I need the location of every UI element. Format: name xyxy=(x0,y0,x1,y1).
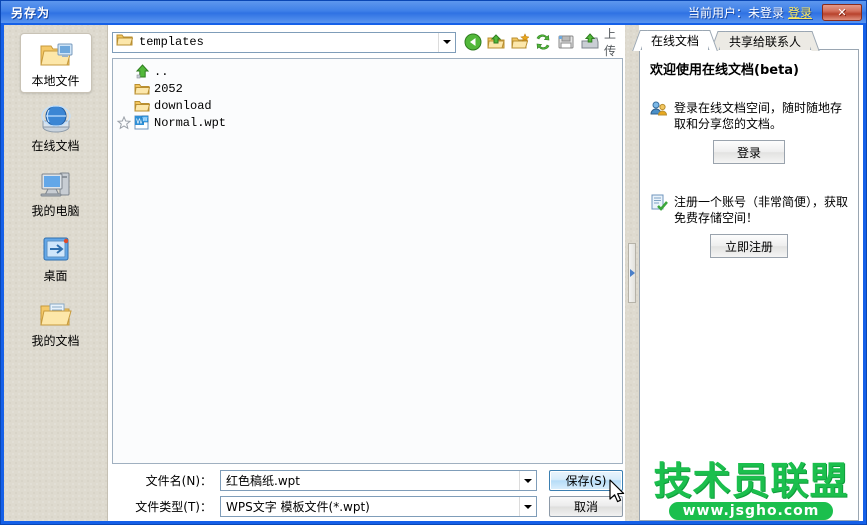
list-item-label: 2052 xyxy=(154,81,183,96)
folder-icon xyxy=(133,99,151,113)
online-docs-icon xyxy=(38,103,74,135)
list-item-label: Normal.wpt xyxy=(154,115,227,130)
cancel-button[interactable]: 取消 xyxy=(549,496,623,517)
view-button[interactable] xyxy=(557,32,575,52)
sidebar-item-label: 在线文档 xyxy=(31,139,80,153)
desktop-icon xyxy=(38,233,74,265)
login-promo: 登录在线文档空间，随时随地存取和分享您的文档。 xyxy=(650,100,848,132)
login-button[interactable]: 登录 xyxy=(713,140,785,164)
list-item[interactable]: download xyxy=(113,97,622,114)
current-user-label: 当前用户：未登录 xyxy=(687,5,784,20)
chevron-down-icon[interactable] xyxy=(519,471,536,490)
sidebar-item-my-computer[interactable]: 我的电脑 xyxy=(20,163,92,223)
list-item[interactable]: W W Normal.wpt xyxy=(113,114,622,131)
tab-label: 共享给联系人 xyxy=(729,34,802,49)
panel-heading: 欢迎使用在线文档(beta) xyxy=(650,63,799,78)
upload-label[interactable]: 上传 xyxy=(604,25,626,59)
list-item-label: .. xyxy=(154,64,169,79)
folder-icon xyxy=(133,82,151,96)
login-button-wrap: 登录 xyxy=(650,140,848,164)
tab-label: 在线文档 xyxy=(651,34,700,48)
close-button[interactable]: ✕ xyxy=(822,3,862,21)
filename-label: 文件名(N)： xyxy=(145,474,212,488)
chevron-down-icon[interactable] xyxy=(438,32,455,52)
chevron-down-icon[interactable] xyxy=(519,497,536,516)
filename-row: 文件名(N)： 红色稿纸.wpt 保存(S) xyxy=(112,470,623,491)
sidebar-item-label: 桌面 xyxy=(43,269,68,283)
filetype-value: WPS文字 模板文件(*.wpt) xyxy=(226,500,370,514)
login-button-label: 登录 xyxy=(736,145,761,160)
splitter-handle[interactable] xyxy=(628,243,636,303)
path-value: templates xyxy=(139,35,204,49)
filename-value: 红色稿纸.wpt xyxy=(226,474,300,488)
panel-tabstrip: 在线文档 共享给联系人 xyxy=(639,30,859,50)
titlebar-login-link[interactable]: 登录 xyxy=(788,4,812,21)
up-directory-icon xyxy=(133,64,151,79)
sidebar-item-my-documents[interactable]: 我的文档 xyxy=(20,293,92,353)
sidebar-item-label: 本地文件 xyxy=(31,74,80,88)
local-files-icon xyxy=(38,38,74,70)
browser-toolbar: templates 上传 xyxy=(112,27,625,58)
sidebar-item-online-docs[interactable]: 在线文档 xyxy=(20,98,92,158)
online-docs-panel: 在线文档 共享给联系人 欢迎使用在线文档(beta) 登录在线文档空间，随时随地… xyxy=(639,25,863,521)
dialog-client-area: 本地文件 在线文档 我的电脑 桌面 我的文档 templates 上传 .. 2… xyxy=(4,25,863,521)
close-icon: ✕ xyxy=(837,6,847,19)
tab-share-contacts[interactable]: 共享给联系人 xyxy=(719,31,812,50)
tab-online-docs[interactable]: 在线文档 xyxy=(641,30,710,50)
save-button-label: 保存(S) xyxy=(565,474,607,488)
save-form: 文件名(N)： 红色稿纸.wpt 保存(S) 文件类型(T)： WPS文字 模板… xyxy=(112,464,625,521)
filename-input[interactable]: 红色稿纸.wpt xyxy=(220,470,537,491)
register-button-label: 立即注册 xyxy=(724,239,773,254)
filetype-combobox[interactable]: WPS文字 模板文件(*.wpt) xyxy=(220,496,537,517)
file-list[interactable]: .. 2052 download W W Normal.wpt xyxy=(112,58,623,464)
up-folder-button[interactable] xyxy=(487,32,506,52)
title-bar: 另存为 当前用户：未登录 登录 ✕ xyxy=(1,1,866,23)
svg-text:W: W xyxy=(143,117,148,123)
favorite-star-icon[interactable] xyxy=(115,115,133,130)
save-button[interactable]: 保存(S) xyxy=(549,470,623,491)
back-button[interactable] xyxy=(464,32,482,52)
register-button-wrap: 立即注册 xyxy=(650,234,848,258)
toolbar-buttons: 上传 xyxy=(464,25,626,59)
list-item-label: download xyxy=(154,98,212,113)
panel-splitter[interactable] xyxy=(625,25,639,521)
new-folder-button[interactable] xyxy=(511,32,529,52)
register-promo-text: 注册一个账号（非常简便），获取免费存储空间！ xyxy=(674,195,849,225)
filetype-row: 文件类型(T)： WPS文字 模板文件(*.wpt) 取消 xyxy=(112,496,623,517)
my-documents-icon xyxy=(38,298,74,330)
register-check-icon xyxy=(650,194,668,217)
path-combobox[interactable]: templates xyxy=(112,31,456,53)
places-sidebar: 本地文件 在线文档 我的电脑 桌面 我的文档 xyxy=(4,25,108,521)
users-login-icon xyxy=(650,100,668,123)
sidebar-item-label: 我的电脑 xyxy=(31,204,80,218)
browser-column: templates 上传 .. 2052 download W W Normal… xyxy=(108,25,625,521)
my-computer-icon xyxy=(38,168,74,200)
list-item[interactable]: 2052 xyxy=(113,80,622,97)
refresh-button[interactable] xyxy=(534,32,552,52)
filetype-label: 文件类型(T)： xyxy=(135,500,212,514)
login-promo-text: 登录在线文档空间，随时随地存取和分享您的文档。 xyxy=(674,101,843,131)
panel-content: 欢迎使用在线文档(beta) 登录在线文档空间，随时随地存取和分享您的文档。 登… xyxy=(639,49,859,521)
save-as-dialog: 另存为 当前用户：未登录 登录 ✕ 本地文件 在线文档 我的电脑 桌面 我的文档… xyxy=(0,0,867,525)
upload-button[interactable] xyxy=(581,32,599,52)
sidebar-item-local-files[interactable]: 本地文件 xyxy=(19,33,92,93)
register-promo: 注册一个账号（非常简便），获取免费存储空间！ xyxy=(650,194,848,226)
folder-icon xyxy=(116,32,134,52)
sidebar-item-desktop[interactable]: 桌面 xyxy=(20,228,92,288)
sidebar-item-label: 我的文档 xyxy=(31,334,80,348)
window-title: 另存为 xyxy=(11,5,51,20)
register-button[interactable]: 立即注册 xyxy=(709,234,788,258)
wps-document-icon: W W xyxy=(133,115,151,130)
title-bar-right: 当前用户：未登录 登录 ✕ xyxy=(687,3,864,21)
list-item[interactable]: .. xyxy=(113,63,622,80)
cancel-button-label: 取消 xyxy=(573,500,598,514)
chevron-right-icon xyxy=(629,269,635,277)
